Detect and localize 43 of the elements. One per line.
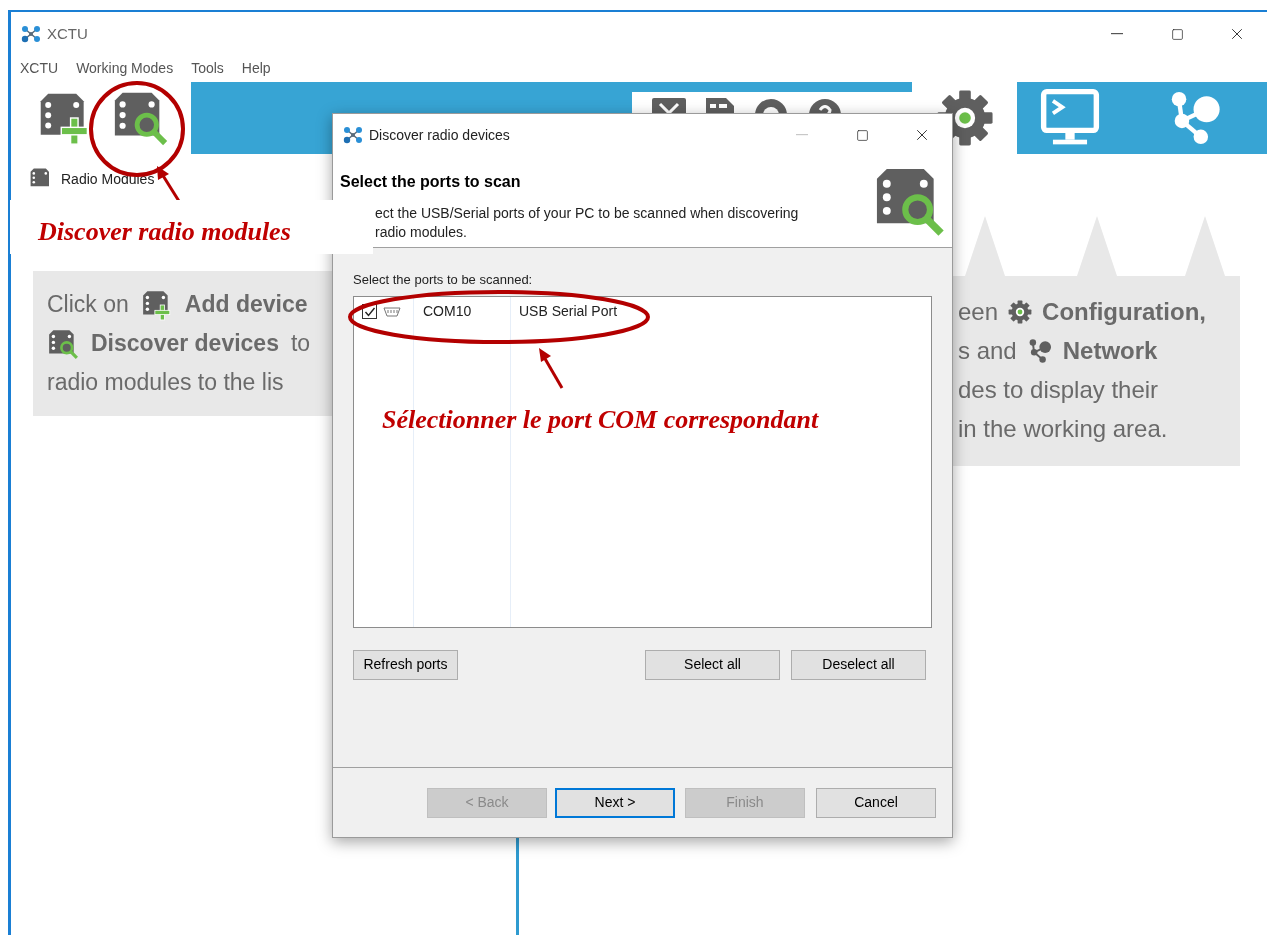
- serial-port-icon: [383, 306, 401, 317]
- menu-item[interactable]: Help: [241, 57, 271, 79]
- hint-text: des to display their: [958, 374, 1159, 405]
- add-device-icon: [140, 288, 173, 321]
- app-logo-icon: [21, 25, 41, 43]
- hint-text: to: [290, 329, 311, 359]
- list-label: Select the ports to be scanned:: [353, 271, 534, 289]
- dialog-button[interactable]: Refresh ports: [353, 649, 458, 680]
- maximize-icon: [1170, 27, 1184, 41]
- hint-text: Discover devices: [91, 329, 279, 359]
- minimize-icon: [796, 134, 808, 136]
- dialog-heading: Select the ports to scan: [340, 172, 522, 192]
- dialog-description: radio modules.: [375, 223, 468, 242]
- annotation-label: Sélectionner le port COM correspondant: [382, 404, 819, 436]
- menu-item[interactable]: Tools: [191, 57, 224, 79]
- hint-text: Click on: [47, 290, 129, 320]
- dialog-logo-icon: [343, 126, 363, 144]
- working-mode-tab[interactable]: [1017, 82, 1122, 154]
- window-title: XCTU: [47, 23, 88, 44]
- annotation-label: Discover radio modules: [10, 200, 373, 254]
- dialog-button[interactable]: Cancel: [816, 787, 936, 818]
- dialog-button[interactable]: Deselect all: [791, 649, 926, 680]
- port-description: USB Serial Port: [518, 302, 618, 321]
- menu-item[interactable]: Working Modes: [76, 57, 174, 79]
- dialog-title: Discover radio devices: [369, 125, 510, 145]
- discover-device-icon: [47, 327, 79, 360]
- annotation-arrow: [536, 348, 566, 390]
- hint-text: Add device: [184, 290, 308, 320]
- dialog-button[interactable]: Select all: [645, 649, 780, 680]
- dialog-description: ect the USB/Serial ports of your PC to be scanned when discovering: [375, 204, 799, 223]
- hint-text: radio modules to the lis: [47, 368, 284, 398]
- gear-icon: [1008, 299, 1033, 324]
- hint-text: Network: [1062, 335, 1158, 366]
- hint-text: Configuration,: [1042, 296, 1206, 327]
- hint-text: een: [958, 296, 999, 327]
- port-name: COM10: [422, 302, 473, 321]
- maximize-icon: [855, 128, 869, 142]
- hint-text: s and: [958, 335, 1017, 366]
- dialog-button[interactable]: Next >: [555, 787, 675, 818]
- minimize-icon: [1111, 33, 1123, 35]
- hint-text: in the working area.: [958, 413, 1168, 444]
- menu-item[interactable]: XCTU: [20, 57, 59, 79]
- working-mode-tab[interactable]: [1122, 82, 1267, 154]
